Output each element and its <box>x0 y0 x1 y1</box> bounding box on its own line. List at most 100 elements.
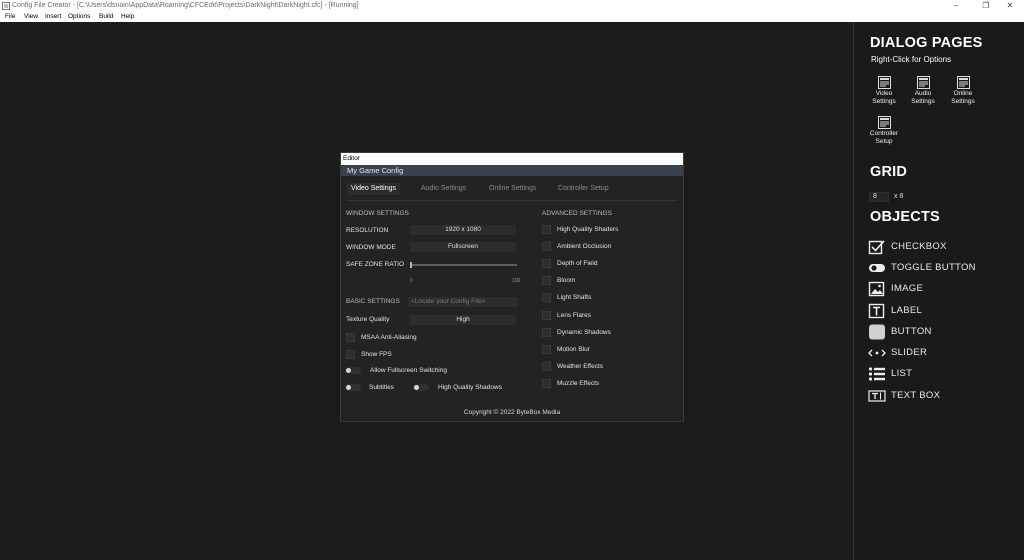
advanced-option-checkbox[interactable] <box>542 276 551 286</box>
subtitles-label: Subtitles <box>369 384 394 391</box>
page-label-line2: Settings <box>872 98 896 105</box>
menu-file[interactable]: File <box>5 13 15 20</box>
advanced-option-checkbox[interactable] <box>542 259 551 269</box>
menu-build[interactable]: Build <box>99 13 113 20</box>
advanced-option-label: Bloom <box>557 277 576 285</box>
object-list[interactable]: LIST <box>868 366 1008 382</box>
advanced-option-label: Muzzle Effects <box>557 379 600 387</box>
grid-heading: GRID <box>870 164 908 180</box>
advanced-option-checkbox[interactable] <box>542 361 551 371</box>
advanced-option-label: Motion Blur <box>557 345 590 353</box>
editor-title-bar[interactable]: Editor <box>341 153 683 165</box>
toggle-knob <box>346 385 351 390</box>
advanced-option-checkbox[interactable] <box>542 242 551 252</box>
window-title: Config File Creator - [C:\Users\dsnain\A… <box>12 2 359 9</box>
safe-zone-slider-thumb[interactable] <box>410 262 412 268</box>
slider-icon <box>868 349 886 357</box>
page-icon <box>916 76 930 89</box>
advanced-option-checkbox[interactable] <box>542 327 551 337</box>
object-button[interactable]: BUTTON <box>868 324 1008 340</box>
dialog-pages-hint: Right-Click for Options <box>871 55 952 64</box>
page-label-line2: Settings <box>951 98 975 105</box>
toggle-icon <box>869 264 885 272</box>
fullscreen-switch-label: Allow Fullscreen Switching <box>370 367 447 374</box>
resolution-dropdown[interactable]: 1920 x 1080 <box>410 225 516 235</box>
safe-zone-label: SAFE ZONE RATIO <box>346 261 405 268</box>
advanced-option-label: Weather Effects <box>557 362 604 370</box>
page-video-settings[interactable]: Video Settings <box>864 76 904 106</box>
fullscreen-switch-toggle[interactable] <box>345 367 361 374</box>
hq-shadows-toggle[interactable] <box>413 384 429 391</box>
grid-height-input[interactable]: x 8 <box>894 193 903 200</box>
tab-online-settings[interactable]: Online Settings <box>489 183 536 195</box>
title-bar: Config File Creator - [C:\Users\dsnain\A… <box>0 0 1024 12</box>
msaa-checkbox[interactable] <box>346 333 355 342</box>
show-fps-checkbox[interactable] <box>346 350 355 359</box>
object-text-box[interactable]: TEXT BOX <box>868 388 1008 404</box>
advanced-option-checkbox[interactable] <box>542 310 551 320</box>
page-label-line1: Audio <box>914 90 932 97</box>
resolution-label: RESOLUTION <box>346 227 389 234</box>
advanced-option-label: Depth of Field <box>557 260 598 268</box>
checkbox-icon <box>868 240 885 255</box>
image-icon <box>868 281 885 297</box>
advanced-option-label: High Quality Shaders <box>557 226 619 233</box>
list-icon <box>868 367 885 381</box>
advanced-option-checkbox[interactable] <box>542 344 551 354</box>
advanced-option-checkbox[interactable] <box>542 293 551 303</box>
advanced-option-checkbox[interactable] <box>542 225 551 234</box>
msaa-label: MSAA Anti-Aliasing <box>361 334 417 341</box>
tab-controller-setup[interactable]: Controller Setup <box>558 183 609 195</box>
window-mode-label: WINDOW MODE <box>346 244 396 251</box>
button-icon <box>869 324 885 340</box>
object-checkbox[interactable]: CHECKBOX <box>868 239 1008 255</box>
advanced-option-checkbox[interactable] <box>542 378 551 388</box>
objects-heading: OBJECTS <box>870 209 940 225</box>
hq-shadows-label: High Quality Shadows <box>438 384 502 391</box>
advanced-option-label: Dynamic Shadows <box>557 328 611 336</box>
advanced-option-label: Light Shafts <box>557 294 592 302</box>
texture-quality-dropdown[interactable]: High <box>410 315 516 325</box>
page-label-line1: Online <box>953 90 973 97</box>
texture-quality-label: Texture Quality <box>346 316 390 323</box>
object-label[interactable]: LABEL <box>868 303 1008 319</box>
page-icon <box>877 76 891 89</box>
minimize-button[interactable]: – <box>942 0 970 12</box>
config-name-bar: My Game Config <box>341 165 683 176</box>
page-label-line1: Video <box>875 90 893 97</box>
subtitles-toggle[interactable] <box>345 384 361 391</box>
menu-insert[interactable]: Insert <box>45 13 61 20</box>
tab-divider <box>347 200 677 201</box>
page-controller-setup[interactable]: Controller Setup <box>864 116 904 146</box>
config-file-input[interactable]: <Locate your Config File> <box>408 297 518 307</box>
menu-bar: File View Insert Options Build Help <box>0 12 1024 22</box>
menu-options[interactable]: Options <box>68 13 90 20</box>
window-settings-heading: WINDOW SETTINGS <box>346 210 409 217</box>
slider-min-label: 0 <box>410 278 413 284</box>
window-mode-dropdown[interactable]: Fullscreen <box>410 242 516 252</box>
menu-view[interactable]: View <box>24 13 38 20</box>
safe-zone-slider[interactable] <box>411 264 517 266</box>
tab-audio-settings[interactable]: Audio Settings <box>421 183 466 195</box>
label-icon <box>868 303 885 319</box>
editor-dialog[interactable]: Editor My Game Config Video Settings Aud… <box>340 152 684 422</box>
grid-width-input[interactable]: 8 <box>869 192 889 202</box>
close-button[interactable]: ✕ <box>996 0 1024 12</box>
menu-help[interactable]: Help <box>121 13 134 20</box>
page-online-settings[interactable]: Online Settings <box>943 76 983 106</box>
page-audio-settings[interactable]: Audio Settings <box>903 76 943 106</box>
show-fps-label: Show FPS <box>361 351 392 358</box>
advanced-option-label: Ambient Occlusion <box>557 243 612 251</box>
object-slider[interactable]: SLIDER <box>868 345 1008 361</box>
tab-video-settings[interactable]: Video Settings <box>347 183 401 195</box>
page-icon <box>877 116 891 129</box>
advanced-settings-heading: ADVANCED SETTINGS <box>542 210 612 217</box>
object-toggle-button[interactable]: TOGGLE BUTTON <box>868 260 1008 276</box>
page-icon <box>956 76 970 89</box>
copyright-text: Copyright © 2022 ByteBox Media <box>463 409 561 416</box>
advanced-option-label: Lens Flares <box>557 311 591 319</box>
toggle-knob <box>346 368 351 373</box>
toggle-knob <box>414 385 419 390</box>
page-label-line1: Controller <box>869 130 899 137</box>
object-image[interactable]: IMAGE <box>868 281 1008 297</box>
